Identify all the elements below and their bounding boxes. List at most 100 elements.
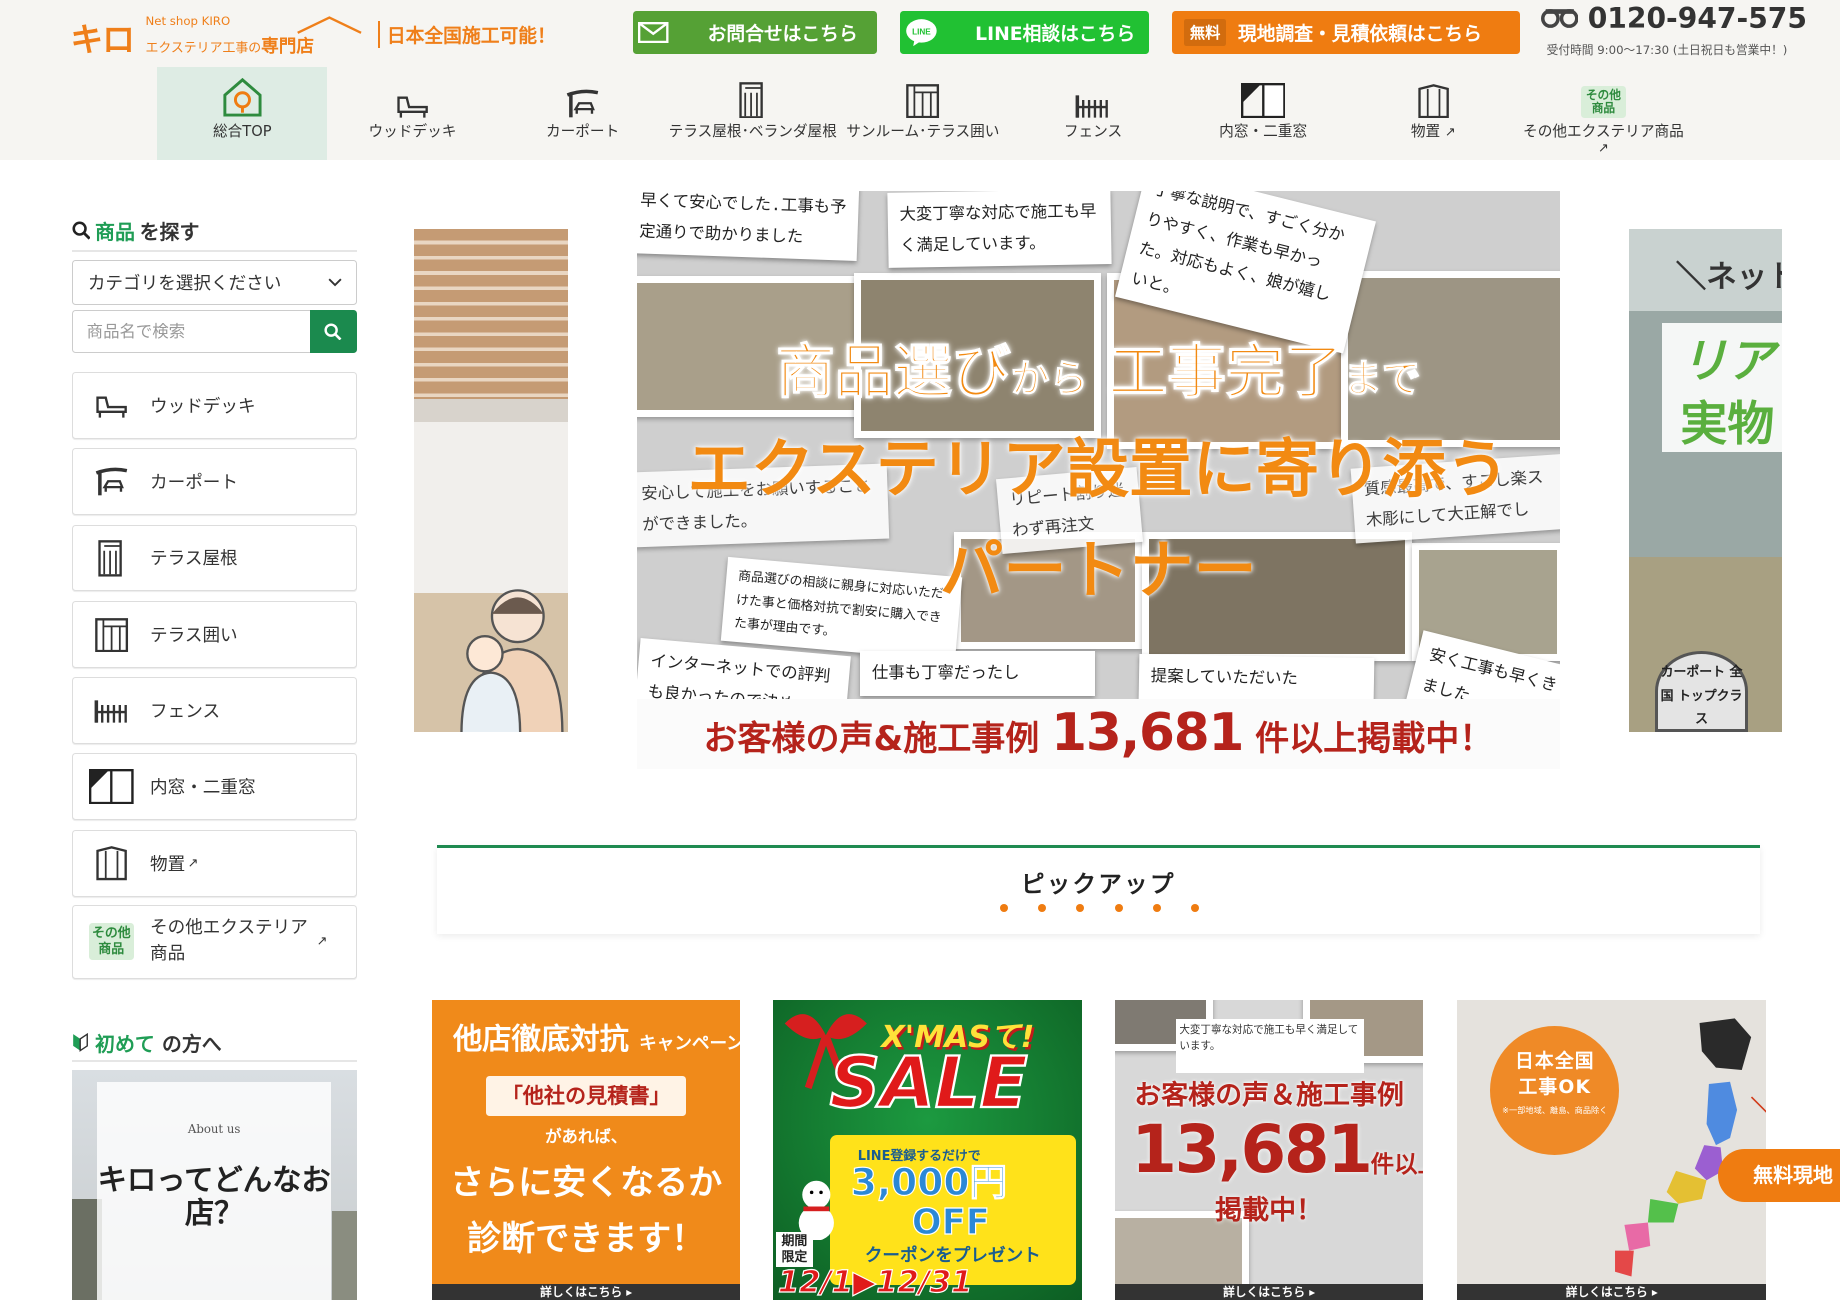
sale-label: SALE bbox=[828, 1041, 1028, 1125]
nav-label: ウッドデッキ bbox=[368, 123, 457, 141]
nav-item-carport[interactable]: カーポート bbox=[498, 67, 668, 160]
campaign-dates: 12/1▶12/31 bbox=[777, 1264, 973, 1300]
sidebar-item-other[interactable]: その他商品 その他エクステリア商品 ↗ bbox=[71, 904, 357, 979]
hero-review-count: お客様の声&施工事例 13,681 件以上掲載中！ bbox=[637, 699, 1560, 769]
line-consult-button[interactable]: LINE LINE相談はこちら bbox=[900, 10, 1149, 54]
window-icon bbox=[73, 769, 150, 805]
nav-item-terrace-roof[interactable]: テラス屋根･ベランダ屋根 bbox=[668, 67, 838, 160]
sidebar-item-fence[interactable]: フェンス bbox=[71, 677, 357, 744]
terrace-roof-icon bbox=[729, 76, 776, 119]
nav-label: フェンス bbox=[1063, 123, 1123, 141]
terrace-roof-icon bbox=[73, 539, 150, 577]
card-quote: 「他社の見積書」 bbox=[485, 1076, 687, 1116]
other-products-badge: その他商品 bbox=[89, 922, 134, 961]
limited-badge: 期間限定 bbox=[775, 1232, 814, 1268]
sidebar-item-terrace-roof[interactable]: テラス屋根 bbox=[71, 524, 357, 592]
storage-icon bbox=[73, 845, 150, 881]
nationwide-tagline: 日本全国施工可能！ bbox=[377, 21, 556, 49]
nav-item-top[interactable]: 総合TOP bbox=[157, 66, 328, 160]
nav-label: その他エクステリア商品 bbox=[1523, 123, 1684, 141]
discount-off: OFF bbox=[911, 1201, 990, 1243]
external-link-icon: ↗ bbox=[316, 934, 328, 950]
sunroom-icon bbox=[899, 76, 946, 119]
external-link-icon: ↗ bbox=[1444, 125, 1456, 141]
nav-item-other[interactable]: その他商品 その他エクステリア商品 ↗ bbox=[1518, 67, 1688, 160]
sidebar-item-wood-deck[interactable]: ウッドデッキ bbox=[71, 371, 357, 439]
line-button-label: LINE相談はこちら bbox=[975, 23, 1136, 45]
free-badge: 無料 bbox=[1184, 18, 1227, 46]
sidebar-item-sunroom[interactable]: テラス囲い bbox=[71, 600, 357, 668]
search-icon bbox=[72, 221, 91, 240]
decor-dot bbox=[999, 904, 1008, 913]
site-header: キロ Net shop KIRO エクステリア工事の専門店 日本全国施工可能！ … bbox=[0, 0, 1840, 160]
japan-map-icon bbox=[1614, 1018, 1751, 1277]
sidebar-item-carport[interactable]: カーポート bbox=[71, 448, 357, 516]
card-more-link: 詳しくはこちら ▸ bbox=[1114, 1283, 1424, 1300]
decor-dot bbox=[1191, 904, 1200, 913]
nav-item-storage[interactable]: 物置 ↗ bbox=[1348, 67, 1518, 160]
sidebar-item-label: その他エクステリア商品 bbox=[150, 917, 308, 964]
contact-button-label: お問合せはこちら bbox=[707, 23, 858, 45]
pickup-card-nationwide[interactable]: 日本全国 工事OK ※一部地域、離島、商品除く ＼ さらに 詳しくはこちら ▸ bbox=[1457, 999, 1767, 1300]
wood-deck-icon bbox=[389, 76, 436, 118]
sidebar-item-window[interactable]: 内窓・二重窓 bbox=[71, 753, 357, 821]
pickup-card-price-match[interactable]: 他店徹底対抗 キャンペーン 「他社の見積書」 があれば、 さらに安くなるか 診断で… bbox=[431, 999, 741, 1300]
card-text: があれば、 bbox=[545, 1126, 628, 1146]
decor-dot bbox=[1038, 904, 1047, 913]
card-title: 他店徹底対抗 キャンペーン bbox=[452, 1022, 741, 1057]
carousel-next-slide[interactable]: ＼ネット リア 実物 カーポート 全国 トップクラス bbox=[1628, 228, 1783, 733]
snowman-icon bbox=[799, 1180, 835, 1241]
contact-button[interactable]: お問合せはこちら bbox=[632, 10, 877, 54]
home-icon bbox=[219, 76, 266, 118]
hero-headline-1: 商品選びから 工事完了まで bbox=[775, 337, 1421, 406]
carport-top-badge: カーポート 全国 トップクラス bbox=[1654, 651, 1749, 733]
global-nav: 総合TOP ウッドデッキ カーポート テラス屋根･ベランダ屋根 サンルーム･テラ… bbox=[157, 66, 1690, 160]
product-search-input[interactable] bbox=[71, 309, 310, 354]
nav-label: 総合TOP bbox=[212, 123, 272, 141]
review-count: 13,681件以上 bbox=[1131, 1112, 1423, 1189]
survey-button-label: 現地調査・見積依頼はこちら bbox=[1237, 23, 1482, 45]
category-select[interactable]: カテゴリを選択ください bbox=[71, 260, 357, 306]
decor-dot bbox=[1152, 904, 1161, 913]
pickup-card-xmas-sale[interactable]: X'MASて! SALE LINE登録するだけで 3,000円 OFF クーポン… bbox=[773, 999, 1082, 1300]
card-more-link: 詳しくはこちら ▸ bbox=[1457, 1283, 1767, 1300]
nav-item-wood-deck[interactable]: ウッドデッキ bbox=[327, 67, 497, 160]
survey-request-button[interactable]: 無料 現地調査・見積依頼はこちら bbox=[1172, 10, 1520, 54]
card-headline: さらに安くなるか 診断できます！ bbox=[450, 1162, 723, 1259]
free-survey-floating-button[interactable]: 無料現地 bbox=[1717, 1148, 1840, 1202]
phone-number[interactable]: 0120-947-575 bbox=[1540, 2, 1807, 35]
discount-amount: 3,000円 bbox=[850, 1160, 1008, 1205]
logo-tagline: エクステリア工事の専門店 bbox=[145, 36, 314, 57]
carport-icon bbox=[73, 466, 150, 497]
review-note: 大変丁寧な対応で施工も早く満足しています。 bbox=[1175, 1018, 1364, 1073]
about-us-banner[interactable]: About us キロってどんなお店？ bbox=[71, 1070, 357, 1300]
search-icon bbox=[324, 323, 342, 341]
nav-label: カーポート bbox=[545, 123, 620, 141]
external-link-icon: ↗ bbox=[1598, 140, 1609, 156]
carport-icon bbox=[559, 76, 606, 118]
freedial-icon bbox=[1540, 9, 1579, 29]
product-search bbox=[71, 309, 357, 354]
other-products-badge: その他商品 bbox=[1581, 85, 1626, 119]
review-note: 大変丁寧な対応で施工も早く満足しています。 bbox=[887, 191, 1112, 269]
sidebar-item-storage[interactable]: 物置 ↗ bbox=[71, 829, 357, 897]
site-logo[interactable]: キロ Net shop KIRO エクステリア工事の専門店 日本全国施工可能！ bbox=[70, 14, 555, 59]
review-note: 提案していただいた bbox=[1139, 653, 1375, 703]
hero-carousel-slide[interactable]: 早くて安心でした.工事も予定通りで助かりました 大変丁寧な対応で施工も早く満足し… bbox=[637, 191, 1560, 769]
nav-item-fence[interactable]: フェンス bbox=[1008, 67, 1178, 160]
svg-text:LINE: LINE bbox=[912, 28, 931, 37]
nav-item-sunroom[interactable]: サンルーム･テラス囲い bbox=[838, 67, 1008, 160]
about-us-label: About us bbox=[187, 1121, 241, 1136]
sidebar-item-label: フェンス bbox=[150, 702, 221, 723]
fence-icon bbox=[73, 698, 150, 724]
mail-icon bbox=[633, 21, 675, 43]
nav-label: サンルーム･テラス囲い bbox=[846, 123, 1000, 141]
search-button[interactable] bbox=[309, 309, 357, 354]
nav-item-window[interactable]: 内窓・二重窓 bbox=[1178, 67, 1348, 160]
sidebar: 商品 を探す カテゴリを選択ください ウッドデッキ カーポート テラス屋根 bbox=[71, 217, 357, 979]
pickup-card-reviews[interactable]: 大変丁寧な対応で施工も早く満足しています。 お客様の声＆施工事例 13,681件… bbox=[1114, 999, 1424, 1300]
decor-dot bbox=[1076, 904, 1085, 913]
carousel-prev-slide[interactable] bbox=[414, 228, 568, 733]
beginner-mark-icon bbox=[72, 1032, 88, 1052]
mother-child-illustration bbox=[460, 589, 564, 733]
